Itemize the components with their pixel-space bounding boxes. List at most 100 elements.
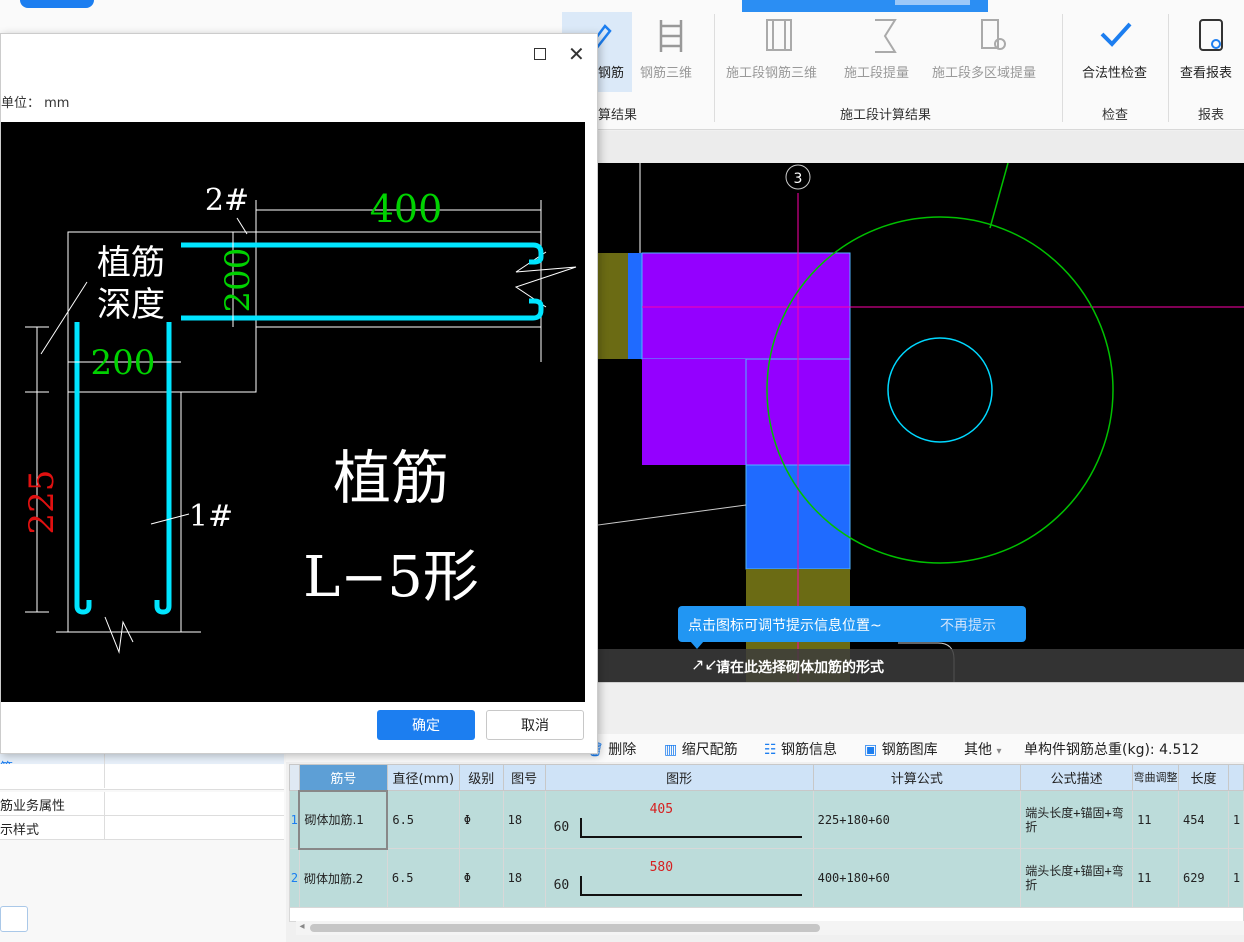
- bar1-label: 1#: [189, 499, 233, 534]
- figure-no-cell[interactable]: 18: [502, 848, 546, 908]
- rebar-3d-button[interactable]: 钢筋三维: [634, 12, 708, 92]
- header-figure-no[interactable]: 图号: [502, 764, 546, 791]
- dim-225: 225: [22, 470, 62, 535]
- bend-cell[interactable]: 11: [1132, 848, 1179, 908]
- viewport-header: [598, 131, 1244, 163]
- status-strip-inner: [895, 0, 970, 5]
- shape-left-value: 60: [553, 878, 570, 894]
- tab-active[interactable]: [20, 0, 94, 8]
- shape-span-value: 405: [649, 801, 674, 817]
- collapse-arrows-icon[interactable]: ↗↙: [691, 655, 718, 674]
- rebar-table: 筋号 直径(mm) 级别 图号 图形 计算公式 公式描述 弯曲调整 长度 1 砌…: [289, 764, 1244, 923]
- header-length[interactable]: 长度: [1177, 764, 1229, 791]
- rebar-info-button[interactable]: ☷ 钢筋信息: [764, 739, 837, 759]
- ok-button[interactable]: 确定: [377, 710, 475, 740]
- scale-rebar-button[interactable]: ▥ 缩尺配筋: [664, 739, 738, 759]
- bar-name-cell[interactable]: 砌体加筋.1: [298, 789, 389, 850]
- header-grade[interactable]: 级别: [458, 764, 504, 791]
- shape-cell[interactable]: 60 580: [544, 848, 814, 908]
- table-row[interactable]: 2 砌体加筋.2 6.5 Φ 18 60 580 400+180+60 端头长度…: [289, 848, 1244, 908]
- column-divider: [104, 764, 105, 788]
- formula-desc-cell[interactable]: 端头长度+锚固+弯折: [1020, 789, 1134, 850]
- view-report-button[interactable]: 查看报表: [1176, 12, 1244, 92]
- ribbon-separator: [1062, 14, 1063, 122]
- panel-button[interactable]: [0, 906, 28, 932]
- diagram-title-line1: 植筋: [333, 444, 449, 512]
- stage-multi-area-label: 施工段多区域提量: [932, 66, 1037, 81]
- ribbon-separator: [714, 14, 715, 122]
- shape-hook: [579, 817, 582, 838]
- legality-check-button[interactable]: 合法性检查: [1076, 12, 1156, 92]
- stage-rebar-icon: [766, 19, 792, 51]
- header-formula-desc[interactable]: 公式描述: [1020, 764, 1134, 791]
- rebar-info-label: 钢筋信息: [781, 742, 838, 758]
- depth-label-line2: 深度: [97, 285, 165, 325]
- rebar-library-button[interactable]: ▣ 钢筋图库: [864, 739, 938, 759]
- formula-cell[interactable]: 225+180+60: [812, 789, 1022, 850]
- length-cell[interactable]: 454: [1177, 789, 1229, 850]
- grade-cell[interactable]: Φ: [458, 789, 504, 850]
- dim-400: 400: [370, 187, 443, 231]
- stage-rebar-3d-button[interactable]: 施工段钢筋三维: [724, 12, 834, 92]
- column-divider: [104, 792, 105, 816]
- panel-splitter: [598, 682, 1244, 730]
- empty-row: [289, 906, 1244, 923]
- property-row[interactable]: [0, 764, 284, 790]
- library-icon: ▣: [864, 742, 882, 758]
- bar-name-cell[interactable]: 砌体加筋.2: [298, 848, 388, 908]
- header-shape[interactable]: 图形: [544, 764, 814, 791]
- bar2-label: 2#: [205, 183, 249, 218]
- legality-check-label: 合法性检查: [1082, 66, 1148, 81]
- checkmark-icon: [1100, 22, 1132, 47]
- ruler-icon: ▥: [664, 742, 682, 758]
- property-label: 示样式: [0, 823, 40, 838]
- cad-viewport[interactable]: 3: [598, 163, 1244, 682]
- shape-cell[interactable]: 60 405: [544, 789, 814, 850]
- hint-bar: ↗↙ 请在此选择砌体加筋的形式: [598, 649, 1244, 682]
- grade-cell[interactable]: Φ: [458, 848, 504, 908]
- stage-multi-area-button[interactable]: 施工段多区域提量: [930, 12, 1054, 92]
- row-index: 2: [289, 848, 300, 908]
- header-diameter[interactable]: 直径(mm): [386, 764, 460, 791]
- rebar-diagram: 400 200 200 225 2# 1# 植筋 深度 植筋 L−5形: [1, 122, 585, 702]
- column-divider: [104, 816, 105, 840]
- property-panel: 筋 筋业务属性 示样式: [0, 754, 286, 942]
- rebar-label: 钢筋: [598, 66, 625, 81]
- group-stage-calc-result: 施工段计算结果: [840, 108, 932, 123]
- rebar-library-label: 钢筋图库: [881, 742, 938, 758]
- shape-drawing: 60 405: [550, 800, 810, 840]
- diameter-cell[interactable]: 6.5: [386, 848, 460, 908]
- scroll-left-arrow-icon[interactable]: ◂: [296, 921, 308, 935]
- bend-cell[interactable]: 11: [1132, 789, 1179, 850]
- dim-200-horizontal: 200: [91, 343, 156, 383]
- property-label: 筋业务属性: [0, 799, 66, 814]
- header-formula[interactable]: 计算公式: [812, 764, 1022, 791]
- stage-quantity-button[interactable]: 施工段提量: [842, 12, 928, 92]
- cancel-button[interactable]: 取消: [486, 710, 584, 740]
- shape-line: [579, 835, 802, 838]
- diameter-cell[interactable]: 6.5: [386, 789, 460, 850]
- total-weight: 单构件钢筋总重(kg): 4.512: [1024, 742, 1200, 758]
- property-row[interactable]: 示样式: [0, 816, 284, 840]
- horizontal-scrollbar[interactable]: ◂: [296, 921, 1244, 935]
- other-label: 其他: [964, 742, 992, 758]
- shape-drawing: 60 580: [550, 858, 810, 898]
- formula-desc-cell[interactable]: 端头长度+锚固+弯折: [1020, 848, 1134, 908]
- cad-drawing: 3: [598, 163, 1244, 682]
- property-row[interactable]: 筋业务属性: [0, 792, 284, 816]
- maximize-icon[interactable]: [534, 48, 546, 60]
- group-report: 报表: [1198, 108, 1225, 123]
- table-row[interactable]: 1 砌体加筋.1 6.5 Φ 18 60 405 225+180+60 端头长度…: [289, 789, 1244, 850]
- other-dropdown[interactable]: 其他 ▾: [964, 739, 1001, 759]
- header-bar-no[interactable]: 筋号: [298, 764, 388, 791]
- length-cell[interactable]: 629: [1177, 848, 1229, 908]
- scroll-thumb[interactable]: [310, 924, 820, 932]
- chevron-down-icon: ▾: [996, 746, 1002, 757]
- figure-no-cell[interactable]: 18: [502, 789, 546, 850]
- tip-dismiss-link[interactable]: 不再提示: [940, 615, 996, 635]
- formula-cell[interactable]: 400+180+60: [812, 848, 1022, 908]
- header-bend-adjust[interactable]: 弯曲调整: [1132, 764, 1179, 791]
- stage-quantity-label: 施工段提量: [844, 66, 910, 81]
- close-icon[interactable]: ✕: [568, 42, 585, 66]
- shape-span-value: 580: [649, 860, 674, 876]
